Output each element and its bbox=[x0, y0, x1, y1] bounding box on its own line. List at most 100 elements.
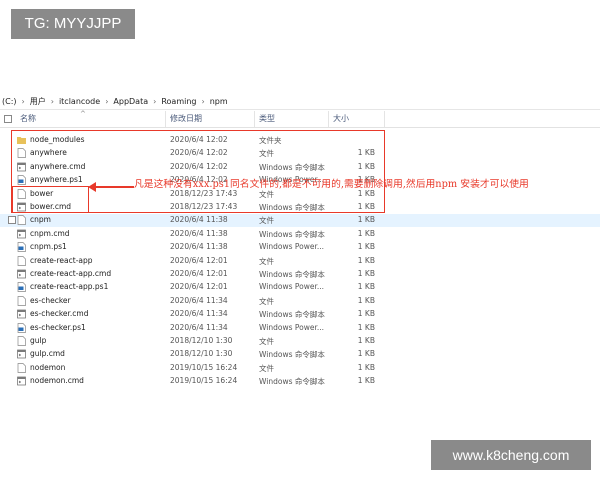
file-type: Windows 命令脚本 bbox=[259, 270, 325, 279]
ps1-icon bbox=[17, 282, 26, 293]
file-date: 2020/6/4 11:38 bbox=[170, 215, 228, 225]
file-type: Windows Power... bbox=[259, 242, 325, 252]
chevron-right-icon: › bbox=[153, 96, 157, 106]
file-type: Windows 命令脚本 bbox=[259, 229, 325, 239]
ps1-icon bbox=[17, 322, 26, 333]
column-size[interactable]: 大小 bbox=[333, 113, 349, 124]
breadcrumb-users[interactable]: 用户 bbox=[28, 96, 48, 107]
file-name: cnpm.ps1 bbox=[30, 242, 67, 252]
annotation-arrow bbox=[94, 186, 134, 188]
ps1-icon bbox=[17, 242, 26, 253]
file-name: es-checker bbox=[30, 295, 71, 305]
file-type: Windows Power... bbox=[259, 322, 325, 332]
file-row[interactable]: nodemon.cmd 2019/10/15 16:24 Windows 命令脚本 1… bbox=[0, 375, 600, 388]
cmd-icon bbox=[17, 309, 26, 319]
file-size: 1 KB bbox=[357, 322, 375, 332]
breadcrumb: (C:) › 用户 › itclancode › AppData › Roami… bbox=[0, 93, 600, 110]
file-icon bbox=[17, 255, 26, 266]
file-date: 2020/6/4 11:38 bbox=[170, 228, 228, 238]
file-name: es-checker.cmd bbox=[30, 309, 89, 319]
file-size: 1 KB bbox=[357, 215, 375, 225]
file-size: 1 KB bbox=[357, 228, 375, 238]
chevron-right-icon: › bbox=[105, 96, 109, 106]
column-date[interactable]: 修改日期 bbox=[170, 113, 202, 124]
column-divider[interactable] bbox=[328, 111, 329, 127]
file-row[interactable]: cnpm.cmd 2020/6/4 11:38 Windows 命令脚本 1 KB bbox=[0, 228, 600, 241]
file-size: 1 KB bbox=[357, 269, 375, 278]
file-name: create-react-app.ps1 bbox=[30, 282, 109, 292]
file-name: nodemon bbox=[30, 362, 66, 372]
file-icon bbox=[17, 362, 26, 373]
file-row[interactable]: create-react-app.cmd 2020/6/4 12:01 Window… bbox=[0, 268, 600, 281]
file-type: 文件 bbox=[259, 337, 274, 346]
column-divider[interactable] bbox=[384, 111, 385, 127]
file-type: Windows 命令脚本 bbox=[259, 310, 325, 320]
file-date: 2019/10/15 16:24 bbox=[170, 362, 238, 372]
file-size: 1 KB bbox=[357, 376, 375, 386]
file-name: cnpm bbox=[30, 215, 51, 225]
column-type[interactable]: 类型 bbox=[259, 113, 275, 124]
breadcrumb-roaming[interactable]: Roaming bbox=[159, 97, 198, 106]
file-name: es-checker.ps1 bbox=[30, 322, 86, 332]
file-size: 1 KB bbox=[357, 309, 375, 319]
breadcrumb-appdata[interactable]: AppData bbox=[111, 97, 150, 106]
file-date: 2020/6/4 11:34 bbox=[170, 322, 228, 332]
file-name: gulp.cmd bbox=[30, 349, 65, 359]
sort-up-icon: ^ bbox=[80, 110, 86, 118]
file-size: 1 KB bbox=[357, 242, 375, 252]
file-type: Windows 命令脚本 bbox=[259, 377, 325, 387]
cmd-icon bbox=[17, 349, 26, 359]
file-icon bbox=[17, 215, 26, 226]
row-checkbox[interactable] bbox=[8, 216, 16, 225]
file-row[interactable]: cnpm.ps1 2020/6/4 11:38 Windows Power... 1 … bbox=[0, 241, 600, 254]
file-date: 2020/6/4 12:01 bbox=[170, 282, 228, 292]
file-date: 2020/6/4 11:38 bbox=[170, 242, 228, 252]
annotation-text: 凡是这种没有xxx.ps1同名文件的,都是不可用的,需要删除调用,然后用npm … bbox=[134, 179, 529, 190]
file-date: 2020/6/4 12:01 bbox=[170, 269, 228, 278]
file-row[interactable]: es-checker 2020/6/4 11:34 文件 1 KB bbox=[0, 295, 600, 308]
file-date: 2018/12/10 1:30 bbox=[170, 336, 233, 345]
file-type: Windows 命令脚本 bbox=[259, 350, 325, 360]
cmd-icon bbox=[17, 269, 26, 279]
column-name[interactable]: 名称 bbox=[20, 113, 36, 124]
file-type: 文件 bbox=[259, 296, 274, 306]
breadcrumb-npm[interactable]: npm bbox=[208, 97, 230, 106]
chevron-right-icon: › bbox=[201, 96, 205, 106]
column-divider[interactable] bbox=[165, 111, 166, 127]
file-name: cnpm.cmd bbox=[30, 228, 70, 238]
file-name: create-react-app bbox=[30, 255, 93, 265]
cmd-icon bbox=[17, 376, 26, 386]
watermark-top: TG: MYYJJPP bbox=[11, 9, 135, 39]
file-size: 1 KB bbox=[357, 349, 375, 359]
file-row[interactable]: es-checker.cmd 2020/6/4 11:34 Windows 命令脚本… bbox=[0, 308, 600, 321]
watermark-bottom: www.k8cheng.com bbox=[431, 440, 591, 470]
file-row[interactable]: es-checker.ps1 2020/6/4 11:34 Windows Powe… bbox=[0, 322, 600, 335]
arrow-left-icon bbox=[88, 182, 96, 192]
file-name: nodemon.cmd bbox=[30, 376, 84, 386]
file-row[interactable]: create-react-app.ps1 2020/6/4 12:01 Window… bbox=[0, 281, 600, 294]
file-size: 1 KB bbox=[357, 336, 375, 345]
file-date: 2020/6/4 12:01 bbox=[170, 255, 228, 265]
file-row[interactable]: create-react-app 2020/6/4 12:01 文件 1 KB bbox=[0, 255, 600, 268]
file-row[interactable]: cnpm 2020/6/4 11:38 文件 1 KB bbox=[0, 214, 600, 228]
file-type: 文件 bbox=[259, 216, 274, 226]
file-date: 2020/6/4 11:34 bbox=[170, 295, 228, 305]
file-icon bbox=[17, 295, 26, 306]
file-date: 2018/12/10 1:30 bbox=[170, 349, 233, 359]
file-row[interactable]: nodemon 2019/10/15 16:24 文件 1 KB bbox=[0, 362, 600, 375]
file-row[interactable]: gulp.cmd 2018/12/10 1:30 Windows 命令脚本 1 KB bbox=[0, 348, 600, 361]
file-size: 1 KB bbox=[357, 295, 375, 305]
select-all-checkbox[interactable] bbox=[4, 115, 12, 123]
file-type: 文件 bbox=[259, 363, 274, 373]
column-divider[interactable] bbox=[254, 111, 255, 127]
breadcrumb-user[interactable]: itclancode bbox=[57, 97, 102, 106]
column-header: 名称 ^ 修改日期 类型 大小 bbox=[0, 110, 600, 128]
cmd-icon bbox=[17, 229, 26, 239]
file-size: 1 KB bbox=[357, 282, 375, 292]
file-date: 2019/10/15 16:24 bbox=[170, 376, 238, 386]
highlight-box-bower bbox=[12, 186, 89, 213]
file-size: 1 KB bbox=[357, 362, 375, 372]
breadcrumb-drive[interactable]: (C:) bbox=[0, 97, 19, 106]
file-row[interactable]: gulp 2018/12/10 1:30 文件 1 KB bbox=[0, 335, 600, 348]
file-name: gulp bbox=[30, 336, 47, 345]
